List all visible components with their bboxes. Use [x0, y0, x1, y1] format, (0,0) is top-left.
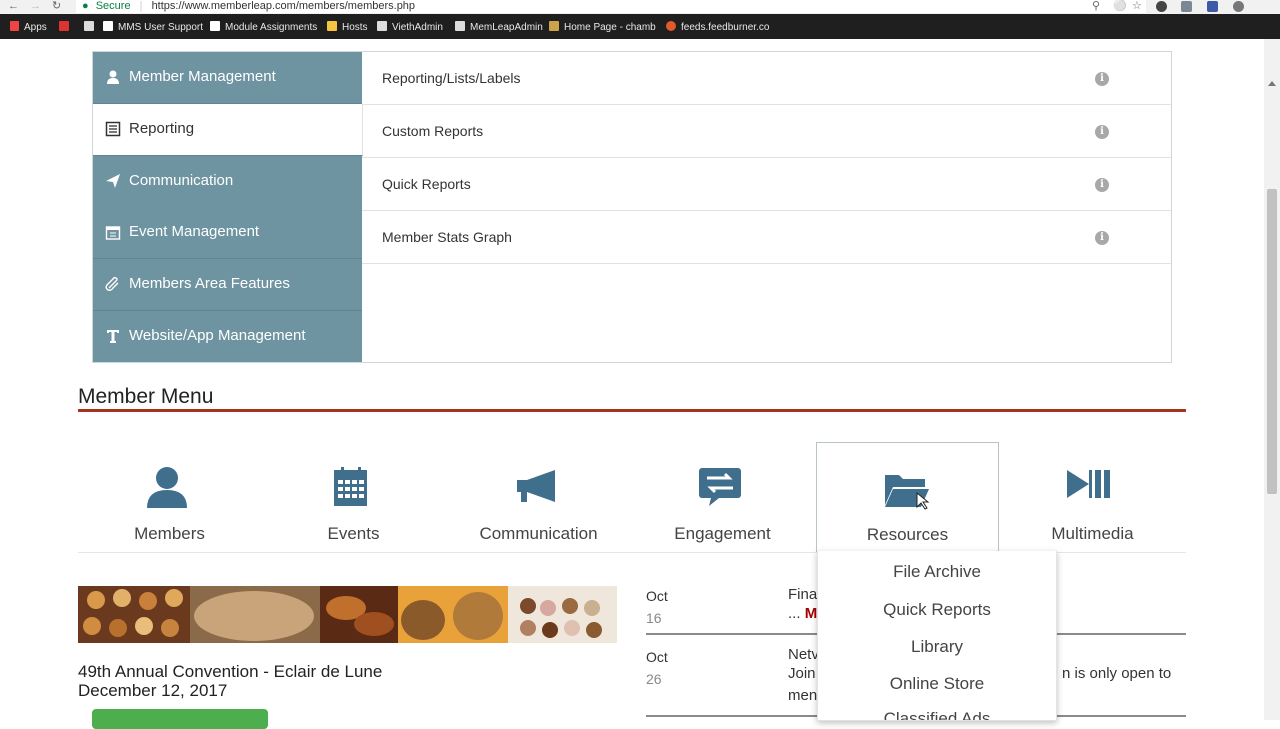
report-item-custom-reports[interactable]: Custom Reports i: [362, 105, 1171, 158]
feed-icon: [666, 21, 676, 31]
news-day: 26: [646, 671, 662, 687]
info-icon[interactable]: i: [1095, 178, 1109, 192]
dropdown-item-online-store[interactable]: Online Store: [818, 674, 1056, 694]
star-icon[interactable]: ☆: [1132, 0, 1142, 12]
bookmark-feedburner[interactable]: feeds.feedburner.co: [666, 21, 769, 33]
secure-label: Secure: [95, 0, 131, 12]
exchange-icon: [699, 468, 741, 506]
lock-icon: ●: [82, 0, 89, 12]
menu-tile-multimedia[interactable]: Multimedia: [1001, 442, 1184, 552]
event-title[interactable]: 49th Annual Convention - Eclair de Lune: [78, 662, 382, 682]
extension-icon[interactable]: [1156, 1, 1167, 12]
info-icon[interactable]: i: [1095, 125, 1109, 139]
news-snippet: n is only open to: [1062, 665, 1172, 682]
site-icon: [103, 21, 113, 31]
event-banner-image[interactable]: [78, 586, 617, 643]
bookmark-hosts[interactable]: Hosts: [327, 21, 368, 33]
forward-icon[interactable]: →: [30, 0, 41, 12]
sidebar-item-event-management[interactable]: Event Management: [93, 207, 362, 259]
report-item-reporting-lists-labels[interactable]: Reporting/Lists/Labels i: [362, 52, 1171, 105]
info-icon[interactable]: i: [1095, 72, 1109, 86]
bookmark-apps[interactable]: Apps: [10, 21, 47, 33]
menu-tile-communication[interactable]: Communication: [447, 442, 630, 552]
page-icon: [84, 21, 94, 31]
news-month: Oct: [646, 649, 668, 665]
scrollbar-thumb[interactable]: [1267, 189, 1277, 494]
bookmark-module-assignments[interactable]: Module Assignments: [210, 21, 317, 33]
bookmark-viethadmin[interactable]: ViethAdmin: [377, 21, 443, 33]
calendar-icon: [334, 467, 367, 506]
flag-icon[interactable]: [1207, 1, 1218, 12]
news-snippet: ...: [788, 605, 801, 622]
browser-toolbar: ← → ↻ ● Secure | https://www.memberleap.…: [0, 0, 1280, 14]
bookmark-page[interactable]: [84, 21, 99, 33]
key-icon[interactable]: ⚪: [1113, 0, 1127, 12]
divider: [78, 409, 1186, 412]
gmail-icon: [59, 21, 69, 31]
page-icon: [377, 21, 387, 31]
pastry-photo: [78, 586, 617, 643]
news-day: 16: [646, 610, 662, 626]
news-snippet: Join: [788, 665, 816, 682]
admin-panel: Member Management Reporting Communicatio…: [92, 51, 1172, 363]
page-icon: [455, 21, 465, 31]
url-text: https://www.memberleap.com/members/membe…: [151, 0, 416, 12]
menu-tile-engagement[interactable]: Engagement: [631, 442, 814, 552]
shield-icon[interactable]: [1181, 1, 1192, 12]
sidebar-item-communication[interactable]: Communication: [93, 156, 362, 208]
user-icon: [107, 70, 119, 84]
sidebar-item-members-area-features[interactable]: Members Area Features: [93, 259, 362, 311]
sidebar-item-reporting[interactable]: Reporting: [93, 104, 363, 156]
profile-icon[interactable]: [1233, 1, 1244, 12]
paperclip-icon: [105, 276, 119, 291]
report-item-quick-reports[interactable]: Quick Reports i: [362, 158, 1171, 211]
news-snippet: men: [788, 687, 818, 704]
calendar-icon: [105, 226, 121, 240]
news-month: Oct: [646, 588, 668, 604]
report-item-member-stats-graph[interactable]: Member Stats Graph i: [362, 211, 1171, 264]
info-icon[interactable]: i: [1095, 231, 1109, 245]
reload-icon[interactable]: ↻: [52, 0, 61, 12]
bookmark-memleapadmin[interactable]: MemLeapAdmin: [455, 21, 543, 33]
member-icon: [147, 467, 187, 508]
resources-dropdown: File Archive Quick Reports Library Onlin…: [817, 551, 1057, 721]
play-pause-icon: [1067, 470, 1110, 498]
apps-grid-icon: [10, 21, 19, 31]
megaphone-icon: [517, 470, 555, 502]
address-bar[interactable]: ● Secure | https://www.memberleap.com/me…: [76, 0, 1146, 13]
bookmarks-bar: Apps MMS User Support Module Assignments…: [0, 14, 1280, 39]
dropdown-item-classified-ads[interactable]: Classified Ads: [818, 709, 1056, 720]
event-date: December 12, 2017: [78, 681, 228, 700]
read-more-link[interactable]: M: [805, 605, 818, 622]
dropdown-item-quick-reports[interactable]: Quick Reports: [818, 600, 1056, 620]
bookmark-home-page[interactable]: Home Page - chamb: [549, 21, 656, 33]
back-icon[interactable]: ←: [8, 0, 19, 12]
member-menu-title: Member Menu: [78, 385, 214, 408]
folder-open-icon: [885, 475, 930, 510]
sidebar-item-website-app-management[interactable]: Website/App Management: [93, 311, 362, 362]
dropdown-item-file-archive[interactable]: File Archive: [818, 562, 1056, 582]
site-icon: [549, 21, 559, 31]
site-icon: [210, 21, 220, 31]
menu-tile-members[interactable]: Members: [78, 442, 261, 552]
folder-icon: [327, 21, 337, 31]
paper-plane-icon: [106, 174, 120, 188]
news-title[interactable]: Fina: [788, 586, 817, 603]
register-button[interactable]: [92, 709, 268, 729]
text-icon: [107, 330, 119, 343]
bookmark-mms-user-support[interactable]: MMS User Support: [103, 21, 203, 33]
menu-tile-resources[interactable]: Resources: [816, 442, 999, 553]
search-icon[interactable]: ⚲: [1092, 0, 1100, 12]
list-icon: [105, 121, 121, 137]
menu-tile-events[interactable]: Events: [262, 442, 445, 552]
page-scrollbar[interactable]: [1264, 39, 1280, 720]
scroll-up-icon[interactable]: [1268, 81, 1276, 86]
sidebar-item-member-management[interactable]: Member Management: [93, 52, 362, 104]
dropdown-item-library[interactable]: Library: [818, 637, 1056, 657]
bookmark-gmail[interactable]: [59, 21, 74, 33]
news-title[interactable]: Netv: [788, 646, 819, 663]
